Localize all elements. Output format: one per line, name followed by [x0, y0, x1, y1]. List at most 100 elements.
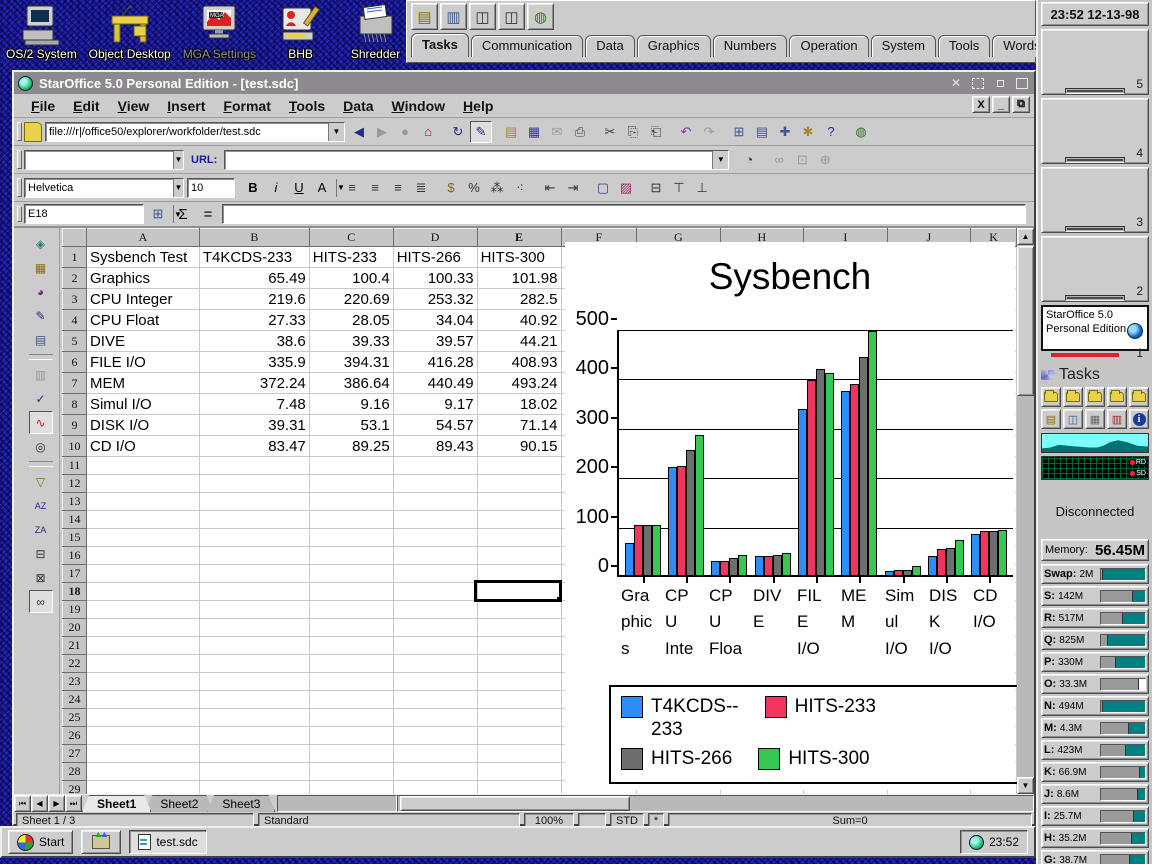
document-restore-button[interactable]: ⧉: [1012, 96, 1030, 113]
row-header-16[interactable]: 16: [63, 547, 87, 565]
row-header-15[interactable]: 15: [63, 529, 87, 547]
cell-a24[interactable]: [86, 691, 199, 709]
scroll-down-icon[interactable]: ▼: [1017, 777, 1034, 794]
cell-b6[interactable]: 335.9: [199, 352, 309, 373]
cell-a5[interactable]: DIVE: [86, 331, 199, 352]
launchpad-button[interactable]: [81, 830, 121, 854]
cell-c17[interactable]: [309, 565, 393, 583]
cell-d11[interactable]: [393, 457, 477, 475]
cell-d1[interactable]: HITS-266: [393, 247, 477, 268]
cell-e15[interactable]: [477, 529, 561, 547]
function-wizard-icon[interactable]: ⊞: [147, 203, 169, 225]
edit-file-icon[interactable]: ✎: [470, 121, 492, 143]
cell-d10[interactable]: 89.43: [393, 436, 477, 457]
row-header-29[interactable]: 29: [63, 781, 87, 795]
pager-desktop-2[interactable]: 2: [1041, 236, 1149, 302]
system-folder-button[interactable]: [1129, 387, 1149, 407]
cell-e20[interactable]: [477, 619, 561, 637]
cell-a4[interactable]: CPU Float: [86, 310, 199, 331]
cell-c11[interactable]: [309, 457, 393, 475]
cell-a9[interactable]: DISK I/O: [86, 415, 199, 436]
task-button-test-sdc[interactable]: test.sdc: [129, 830, 206, 854]
desktop-icon-shredder[interactable]: Shredder: [345, 2, 406, 68]
cell-b5[interactable]: 38.6: [199, 331, 309, 352]
autofilter-icon[interactable]: ▽: [29, 470, 53, 493]
row-header-12[interactable]: 12: [63, 475, 87, 493]
cell-d9[interactable]: 54.57: [393, 415, 477, 436]
cell-a2[interactable]: Graphics: [86, 268, 199, 289]
cell-c21[interactable]: [309, 637, 393, 655]
cell-d28[interactable]: [393, 763, 477, 781]
cell-e26[interactable]: [477, 727, 561, 745]
paste-icon[interactable]: ⎗: [645, 121, 667, 143]
cell-c3[interactable]: 220.69: [309, 289, 393, 310]
column-header-e[interactable]: E: [477, 229, 561, 247]
cell-e6[interactable]: 408.93: [477, 352, 561, 373]
cell-a21[interactable]: [86, 637, 199, 655]
row-header-14[interactable]: 14: [63, 511, 87, 529]
cell-a25[interactable]: [86, 709, 199, 727]
row-header-22[interactable]: 22: [63, 655, 87, 673]
menu-data[interactable]: Data: [334, 96, 382, 116]
cell-e29[interactable]: [477, 781, 561, 795]
cell-c28[interactable]: [309, 763, 393, 781]
cell-d25[interactable]: [393, 709, 477, 727]
panel-tab-numbers[interactable]: Numbers: [713, 35, 788, 57]
games-folder-button[interactable]: [1107, 387, 1127, 407]
save-icon[interactable]: ▦: [523, 121, 545, 143]
home-icon[interactable]: ⌂: [417, 121, 439, 143]
column-header-a[interactable]: A: [86, 229, 199, 247]
cell-c20[interactable]: [309, 619, 393, 637]
cell-b17[interactable]: [199, 565, 309, 583]
info-button[interactable]: i: [1129, 409, 1149, 429]
delete-cells-icon[interactable]: ⊠: [29, 566, 53, 589]
cell-c18[interactable]: [309, 583, 393, 601]
cell-b15[interactable]: [199, 529, 309, 547]
cell-a8[interactable]: Simul I/O: [86, 394, 199, 415]
first-sheet-icon[interactable]: ⏮: [14, 795, 31, 812]
desktop-icon-object-desktop[interactable]: Object Desktop: [91, 2, 169, 68]
cell-d18[interactable]: [393, 583, 477, 601]
border-icon[interactable]: ▢: [592, 177, 614, 199]
reload-icon[interactable]: ↻: [447, 121, 469, 143]
cell-c1[interactable]: HITS-233: [309, 247, 393, 268]
cell-a12[interactable]: [86, 475, 199, 493]
cell-e17[interactable]: [477, 565, 561, 583]
cell-a11[interactable]: [86, 457, 199, 475]
cell-c2[interactable]: 100.4: [309, 268, 393, 289]
desktop-icon-os-2-system[interactable]: OS/2 System: [6, 2, 77, 68]
menu-window[interactable]: Window: [383, 96, 455, 116]
text-frame-icon[interactable]: ▥: [29, 363, 53, 386]
cell-d22[interactable]: [393, 655, 477, 673]
row-header-17[interactable]: 17: [63, 565, 87, 583]
cell-e27[interactable]: [477, 745, 561, 763]
cell-d5[interactable]: 39.57: [393, 331, 477, 352]
cell-b3[interactable]: 219.6: [199, 289, 309, 310]
graphics-folder-button[interactable]: [1085, 387, 1105, 407]
cell-e11[interactable]: [477, 457, 561, 475]
computer-button[interactable]: ◫: [1063, 409, 1083, 429]
scroll-up-icon[interactable]: ▲: [1017, 228, 1034, 245]
device-button[interactable]: ▦: [1085, 409, 1105, 429]
horizontal-scrollbar[interactable]: [397, 795, 1034, 812]
panel-button-1[interactable]: ▤: [411, 3, 438, 30]
print-icon[interactable]: ⎙: [569, 121, 591, 143]
help-icon[interactable]: ?: [820, 121, 842, 143]
delete-decimal-icon[interactable]: ⁖: [509, 177, 531, 199]
menu-tools[interactable]: Tools: [280, 96, 334, 116]
horizontal-scroll-thumb[interactable]: [400, 796, 630, 811]
cell-c7[interactable]: 386.64: [309, 373, 393, 394]
start-button[interactable]: Start: [8, 830, 73, 854]
cell-d7[interactable]: 440.49: [393, 373, 477, 394]
align-bottom-icon[interactable]: ⊥: [691, 177, 713, 199]
cell-a7[interactable]: MEM: [86, 373, 199, 394]
cell-a20[interactable]: [86, 619, 199, 637]
panel-button-2[interactable]: ▥: [440, 3, 467, 30]
row-header-6[interactable]: 6: [63, 352, 87, 373]
hyperlink-url-dropdown-icon[interactable]: ▼: [712, 151, 728, 169]
cell-a22[interactable]: [86, 655, 199, 673]
hyperlink-icon[interactable]: ∞: [29, 590, 53, 613]
cell-d14[interactable]: [393, 511, 477, 529]
document-icon[interactable]: [24, 122, 42, 142]
cell-b9[interactable]: 39.31: [199, 415, 309, 436]
